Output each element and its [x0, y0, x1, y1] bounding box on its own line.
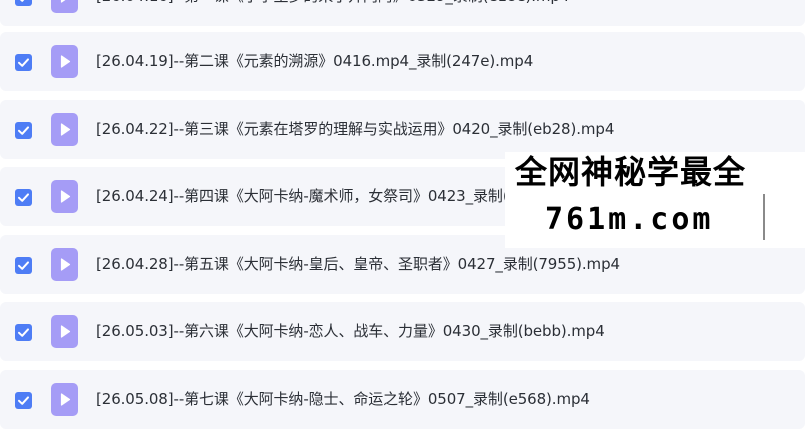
watermark-url: 761m.com [545, 202, 714, 237]
checkbox-checked[interactable] [15, 324, 32, 341]
checkbox-checked[interactable] [15, 392, 32, 409]
file-name[interactable]: [26.05.08]--第七课《大阿卡纳-隐士、命运之轮》0507_录制(e56… [96, 370, 590, 429]
checkmark-icon [18, 58, 29, 67]
video-file-icon [51, 180, 78, 213]
checkbox-checked[interactable] [15, 189, 32, 206]
file-row[interactable]: [26.04.22]--第三课《元素在塔罗的理解与实战运用》0420_录制(eb… [0, 100, 805, 159]
checkbox-checked[interactable] [15, 122, 32, 139]
video-file-icon [51, 383, 78, 416]
watermark-title: 全网神秘学最全 [515, 153, 747, 191]
file-name[interactable]: [26.04.19]--第二课《元素的溯源》0416.mp4_录制(247e).… [96, 32, 533, 91]
checkmark-icon [18, 328, 29, 337]
watermark: 全网神秘学最全 761m.com [505, 152, 805, 248]
file-row[interactable]: [26.04.19]--第二课《元素的溯源》0416.mp4_录制(247e).… [0, 32, 805, 91]
checkbox-checked[interactable] [15, 257, 32, 274]
file-row[interactable]: [26.05.08]--第七课《大阿卡纳-隐士、命运之轮》0507_录制(e56… [0, 370, 805, 429]
video-file-icon [51, 113, 78, 146]
video-file-icon [51, 248, 78, 281]
watermark-divider [763, 194, 765, 240]
video-file-icon [51, 315, 78, 348]
video-file-icon [51, 0, 78, 13]
video-file-icon [51, 45, 78, 78]
checkmark-icon [19, 0, 25, 2]
checkmark-icon [18, 396, 29, 405]
file-row[interactable]: [26.05.03]--第六课《大阿卡纳-恋人、战车、力量》0430_录制(be… [0, 302, 805, 361]
file-row[interactable]: [26.04.16]--第一课《小学生梦的来了开门阿》0329_录制(e18e)… [0, 0, 805, 26]
file-name[interactable]: [26.05.03]--第六课《大阿卡纳-恋人、战车、力量》0430_录制(be… [96, 302, 605, 361]
file-name[interactable]: [26.04.16]--第一课《小学生梦的来了开门阿》0329_录制(e18e)… [96, 0, 569, 26]
checkmark-icon [18, 261, 29, 270]
checkbox-checked[interactable] [15, 54, 32, 71]
checkbox-checked[interactable] [15, 0, 32, 6]
checkmark-icon [18, 193, 29, 202]
file-name[interactable]: [26.04.22]--第三课《元素在塔罗的理解与实战运用》0420_录制(eb… [96, 100, 614, 159]
checkmark-icon [18, 126, 29, 135]
